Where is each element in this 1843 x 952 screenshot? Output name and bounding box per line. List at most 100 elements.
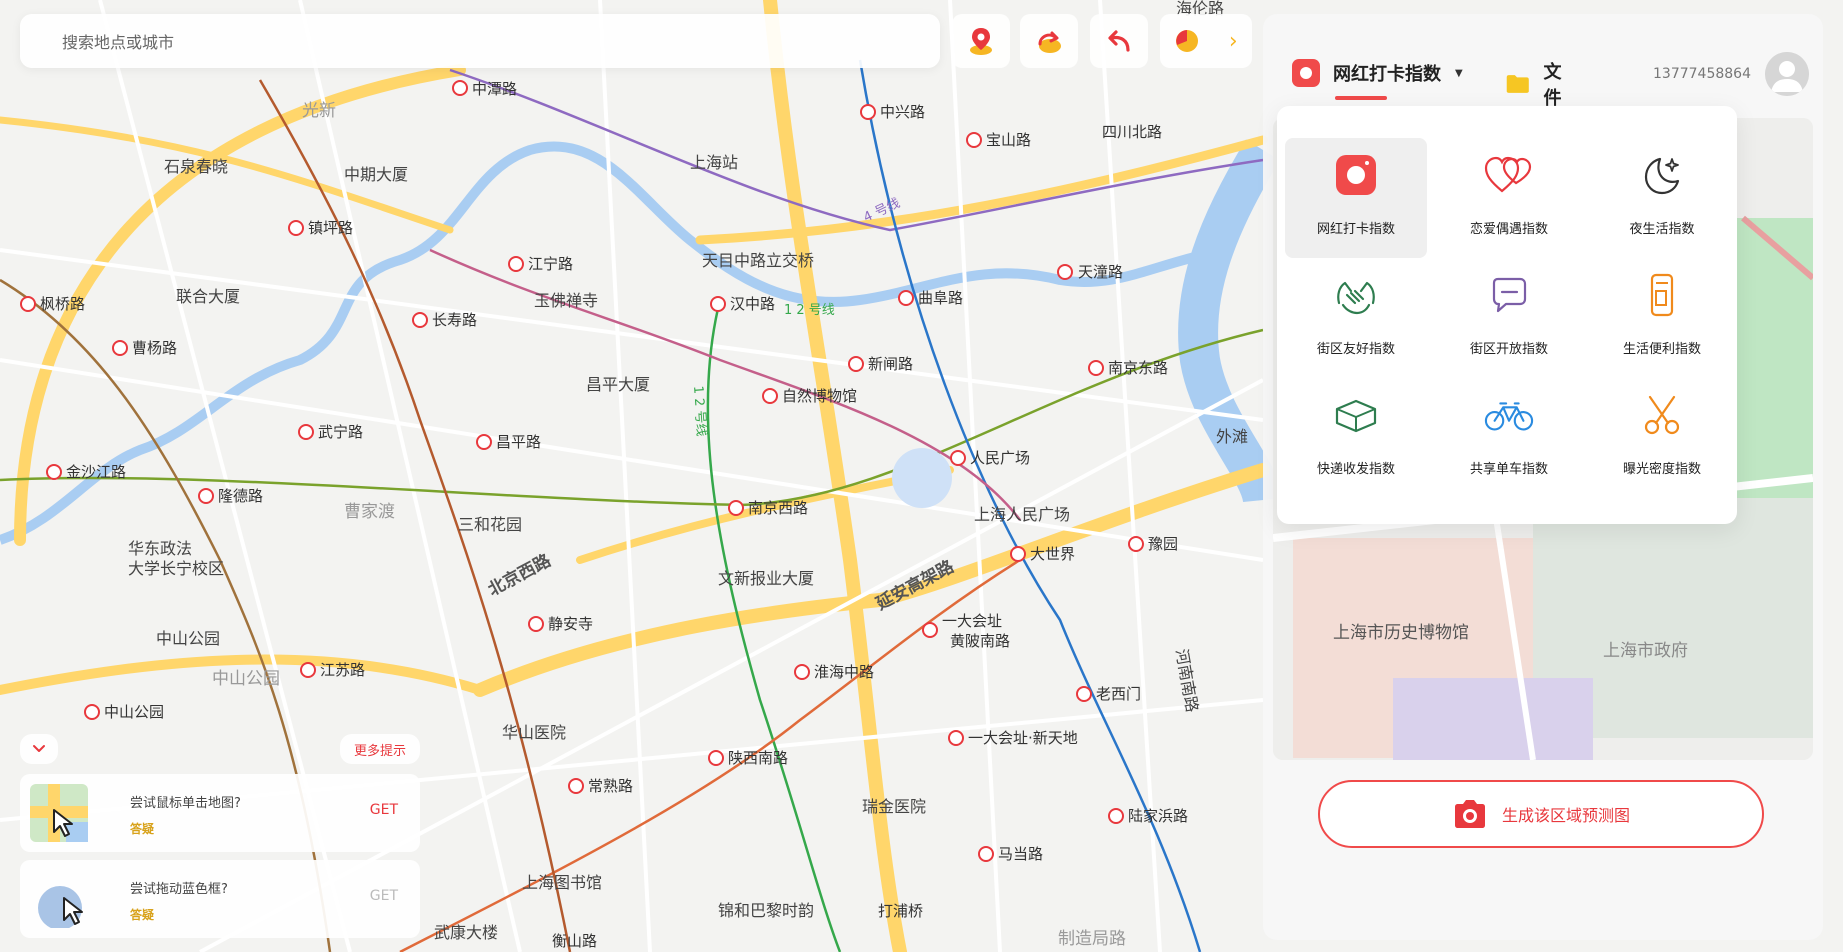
drag-box-thumbnail <box>38 886 83 928</box>
map-label: 南京东路 <box>1108 359 1168 377</box>
map-label: 石泉春晓 <box>164 157 228 176</box>
tab-underline <box>1335 96 1387 100</box>
index-item-convenience[interactable]: 生活便利指数 <box>1591 258 1733 378</box>
map-label: 武宁路 <box>318 423 363 441</box>
map-label: 上海人民广场 <box>974 505 1070 524</box>
map-label: 金沙江路 <box>66 463 126 481</box>
generate-forecast-button[interactable]: 生成该区域预测图 <box>1318 780 1764 848</box>
avatar[interactable] <box>1765 52 1809 96</box>
undo-arrow-icon <box>1108 30 1130 52</box>
hint-card: 尝试拖动蓝色框? 答疑 GET <box>20 860 420 938</box>
map-label: 曲阜路 <box>918 289 963 307</box>
undo-button[interactable] <box>1090 14 1148 68</box>
user-avatar-icon <box>1765 52 1809 96</box>
map-label: 一大会址·新天地 <box>968 729 1078 747</box>
hint-answer-link[interactable]: 答疑 <box>130 820 154 837</box>
index-item-nightlife[interactable]: 夜生活指数 <box>1591 138 1733 258</box>
layer-tools[interactable]: › <box>1160 14 1252 68</box>
generate-button-label: 生成该区域预测图 <box>1501 806 1630 825</box>
hint-get-button[interactable]: GET <box>370 888 398 904</box>
moon-icon <box>1644 157 1680 195</box>
map-label: 长寿路 <box>432 311 477 329</box>
map-label: 上海站 <box>690 153 738 172</box>
bicycle-icon <box>1484 402 1534 431</box>
index-item-exposure[interactable]: 曝光密度指数 <box>1591 378 1733 498</box>
phone-number: 13777458864 <box>1653 66 1751 82</box>
caret-down-icon: ▼ <box>1455 67 1463 79</box>
hint-question: 尝试鼠标单击地图? <box>130 796 241 811</box>
index-item-label: 快递收发指数 <box>1316 462 1395 477</box>
map-label: 陆家浜路 <box>1128 807 1188 825</box>
index-item-label: 街区开放指数 <box>1469 342 1548 357</box>
map-label: 瑞金医院 <box>862 797 926 816</box>
location-button[interactable] <box>952 14 1010 68</box>
index-item-label: 共享单车指数 <box>1469 462 1548 477</box>
map-label: 锦和巴黎时韵 <box>718 901 814 920</box>
collapse-hints-button[interactable] <box>20 734 58 764</box>
map-label: 一大会址 <box>942 612 1002 630</box>
search-bar <box>20 14 940 70</box>
tab-file-label: 文件 <box>1543 62 1562 109</box>
index-item-label: 网红打卡指数 <box>1316 222 1395 237</box>
map-label: 汉中路 <box>730 295 775 313</box>
pie-chart-icon <box>1176 30 1199 52</box>
map-label: 文新报业大厦 <box>718 569 814 588</box>
index-item-label: 夜生活指数 <box>1629 222 1695 237</box>
tab-index-label: 网红打卡指数 <box>1333 64 1441 85</box>
redo-button[interactable] <box>1020 14 1078 68</box>
map-label: 中山公园 <box>212 669 280 689</box>
map-label: 老西门 <box>1096 685 1141 703</box>
map-label: 天潼路 <box>1078 263 1123 281</box>
redo-arrow-icon <box>1038 31 1061 53</box>
map-click-thumbnail <box>30 784 88 842</box>
hearts-icon <box>1484 156 1532 193</box>
map-label: 打浦桥 <box>878 902 923 920</box>
map-label: 中潭路 <box>472 80 517 98</box>
map-label: 南京西路 <box>748 499 808 517</box>
index-item-love[interactable]: 恋爱偶遇指数 <box>1438 138 1580 258</box>
more-tips-button[interactable]: 更多提示 <box>340 734 420 764</box>
map-label: 江苏路 <box>320 661 365 679</box>
map-label: 隆德路 <box>218 487 263 505</box>
hint-question: 尝试拖动蓝色框? <box>130 882 228 897</box>
index-item-express[interactable]: 快递收发指数 <box>1285 378 1427 498</box>
map-label: 大世界 <box>1030 545 1075 563</box>
tab-index[interactable]: 网红打卡指数 ▼ <box>1291 58 1463 100</box>
hint-answer-link[interactable]: 答疑 <box>130 906 154 923</box>
map-label: 自然博物馆 <box>782 387 857 405</box>
map-label: 人民广场 <box>970 449 1030 467</box>
map-label: 华东政法 <box>128 539 192 558</box>
map-label: 中山公园 <box>156 629 220 648</box>
handshake-icon <box>1337 281 1375 315</box>
index-item-bike[interactable]: 共享单车指数 <box>1438 378 1580 498</box>
map-label: 曹家渡 <box>344 502 395 522</box>
tab-file[interactable]: 文件 <box>1506 58 1570 110</box>
map-label: 宝山路 <box>986 131 1031 149</box>
map-label: 江宁路 <box>528 255 573 273</box>
map-label: 武康大楼 <box>434 923 498 942</box>
camera-icon <box>1454 800 1485 828</box>
index-item-open[interactable]: 街区开放指数 <box>1438 258 1580 378</box>
map-label: 华山医院 <box>502 723 566 742</box>
index-item-label: 街区友好指数 <box>1316 342 1395 357</box>
chevron-right-icon: › <box>1228 28 1238 54</box>
hint-card: 尝试鼠标单击地图? 答疑 GET <box>20 774 420 852</box>
location-pin-icon <box>970 28 992 55</box>
index-item-friendly[interactable]: 街区友好指数 <box>1285 258 1427 378</box>
index-dropdown: 网红打卡指数 恋爱偶遇指数 夜生活指数 街区友好指数 街区开放指数 生活便利指数… <box>1277 106 1737 524</box>
map-label: 镇坪路 <box>308 219 353 237</box>
index-item-label: 曝光密度指数 <box>1622 462 1701 477</box>
search-input[interactable] <box>60 14 464 70</box>
map-label: 天目中路立交桥 <box>702 251 814 270</box>
map-label: 豫园 <box>1148 535 1178 553</box>
map-label: 上海图书馆 <box>522 873 602 892</box>
parcel-icon <box>1335 399 1377 433</box>
scissors-icon <box>1644 395 1680 435</box>
hint-get-button[interactable]: GET <box>370 802 398 818</box>
index-item-label: 恋爱偶遇指数 <box>1469 222 1548 237</box>
index-item-wanghong[interactable]: 网红打卡指数 <box>1285 138 1427 258</box>
map-label: 马当路 <box>998 845 1043 863</box>
map-label: 玉佛禅寺 <box>534 291 598 310</box>
map-label: 静安寺 <box>548 615 593 633</box>
map-label: 新闸路 <box>868 355 913 373</box>
